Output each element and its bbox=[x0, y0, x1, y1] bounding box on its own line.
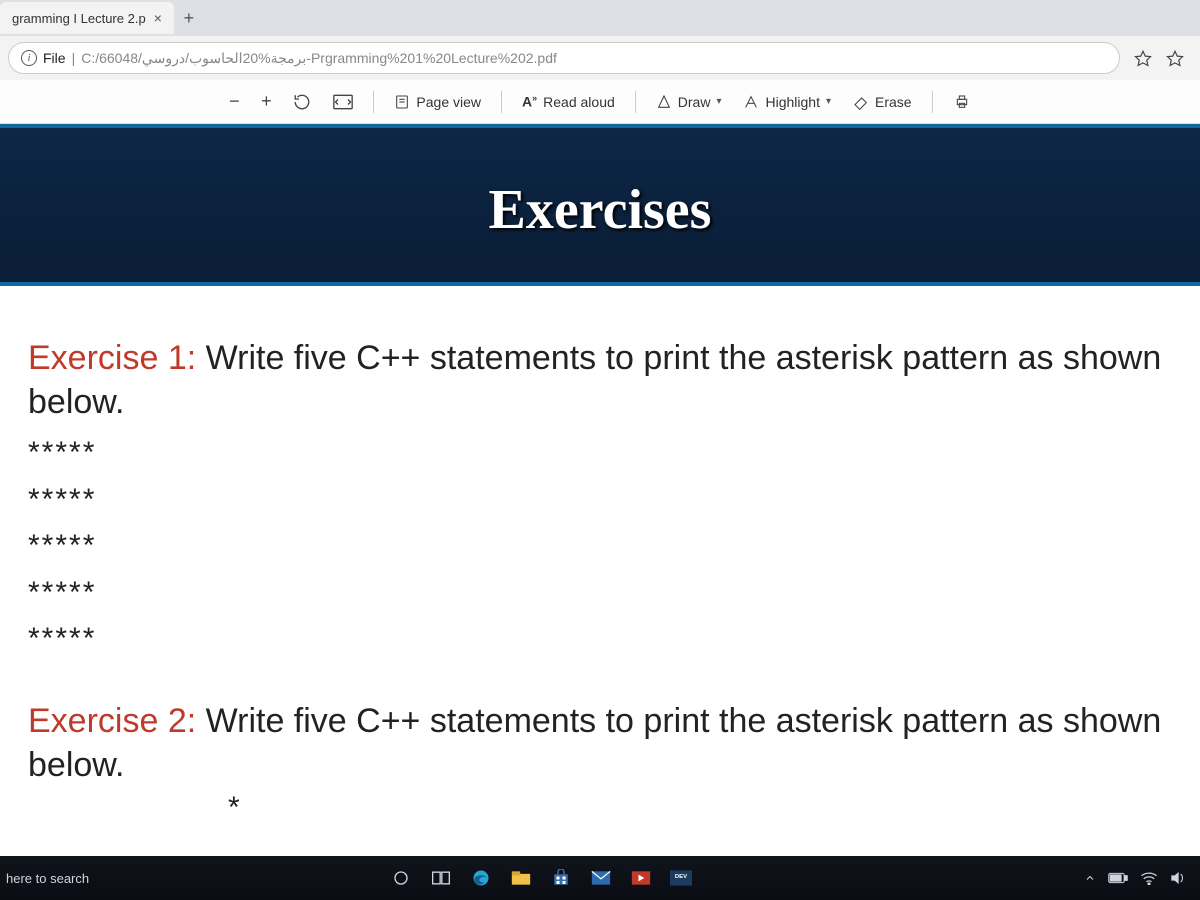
page-view-label: Page view bbox=[416, 94, 481, 110]
chevron-down-icon: ▾ bbox=[716, 96, 721, 107]
separator bbox=[635, 91, 636, 113]
zoom-out-button[interactable]: − bbox=[223, 91, 245, 113]
page-view-button[interactable]: Page view bbox=[388, 90, 487, 114]
taskbar-search[interactable]: here to search bbox=[0, 871, 103, 886]
windows-taskbar: here to search DEV bbox=[0, 856, 1200, 900]
separator bbox=[501, 91, 502, 113]
address-bar[interactable]: i File | C:/66048/برمجة%20الحاسوب/دروسي-… bbox=[8, 42, 1120, 74]
draw-button[interactable]: Draw ▾ bbox=[650, 90, 728, 114]
edge-icon[interactable] bbox=[463, 862, 499, 894]
chevron-down-icon: ▾ bbox=[826, 96, 831, 107]
search-placeholder: here to search bbox=[6, 871, 89, 886]
pattern-row: ***** bbox=[28, 477, 1172, 524]
close-icon[interactable]: × bbox=[154, 10, 162, 26]
exercise-label: Exercise 1: bbox=[28, 339, 196, 377]
new-tab-button[interactable]: + bbox=[174, 8, 204, 29]
collections-icon[interactable] bbox=[1166, 49, 1184, 67]
cortana-icon[interactable] bbox=[383, 862, 419, 894]
battery-icon[interactable] bbox=[1108, 872, 1128, 884]
separator bbox=[932, 91, 933, 113]
task-view-icon[interactable] bbox=[423, 862, 459, 894]
document-content: Exercise 1: Write five C++ statements to… bbox=[0, 286, 1200, 856]
store-icon[interactable] bbox=[543, 862, 579, 894]
pattern-row: ***** bbox=[28, 523, 1172, 570]
erase-button[interactable]: Erase bbox=[847, 90, 918, 114]
address-bar-row: i File | C:/66048/برمجة%20الحاسوب/دروسي-… bbox=[0, 36, 1200, 80]
pattern-row: * bbox=[228, 791, 1172, 825]
banner-title: Exercises bbox=[0, 178, 1200, 242]
exercise-1: Exercise 1: Write five C++ statements to… bbox=[28, 336, 1172, 663]
address-path: C:/66048/برمجة%20الحاسوب/دروسي-Prgrammin… bbox=[81, 50, 557, 67]
browser-chrome: gramming I Lecture 2.p × + i File | C:/6… bbox=[0, 0, 1200, 124]
read-aloud-button[interactable]: A» Read aloud bbox=[516, 89, 621, 114]
file-explorer-icon[interactable] bbox=[503, 862, 539, 894]
system-tray bbox=[1084, 871, 1200, 885]
exercise-prompt: Write five C++ statements to print the a… bbox=[28, 339, 1161, 421]
exercise-2: Exercise 2: Write five C++ statements to… bbox=[28, 699, 1172, 825]
separator bbox=[373, 91, 374, 113]
print-button[interactable] bbox=[947, 90, 977, 114]
exercise-prompt: Write five C++ statements to print the a… bbox=[28, 702, 1161, 784]
asterisk-pattern: ***** ***** ***** ***** ***** bbox=[28, 430, 1172, 663]
read-aloud-label: Read aloud bbox=[543, 94, 615, 110]
pattern-row: ***** bbox=[28, 430, 1172, 477]
address-separator: | bbox=[72, 50, 76, 66]
highlight-label: Highlight bbox=[765, 94, 819, 110]
wifi-icon[interactable] bbox=[1140, 871, 1158, 885]
erase-label: Erase bbox=[875, 94, 912, 110]
highlight-button[interactable]: Highlight ▾ bbox=[737, 90, 837, 114]
media-icon[interactable] bbox=[623, 862, 659, 894]
volume-icon[interactable] bbox=[1170, 871, 1186, 885]
taskbar-apps: DEV bbox=[383, 862, 699, 894]
exercise-label: Exercise 2: bbox=[28, 702, 196, 740]
mail-icon[interactable] bbox=[583, 862, 619, 894]
pattern-row: ***** bbox=[28, 616, 1172, 663]
tab-title: gramming I Lecture 2.p bbox=[12, 11, 146, 26]
address-scheme: File bbox=[43, 50, 66, 66]
info-icon[interactable]: i bbox=[21, 50, 37, 66]
browser-actions bbox=[1126, 49, 1192, 67]
tray-chevron-icon[interactable] bbox=[1084, 872, 1096, 884]
tab-bar: gramming I Lecture 2.p × + bbox=[0, 0, 1200, 36]
pdf-toolbar: − + Page view A» Read aloud Draw ▾ Highl… bbox=[0, 80, 1200, 124]
pattern-row: ***** bbox=[28, 570, 1172, 617]
favorite-icon[interactable] bbox=[1134, 49, 1152, 67]
banner: Exercises bbox=[0, 124, 1200, 286]
document-viewport[interactable]: Exercises Exercise 1: Write five C++ sta… bbox=[0, 124, 1200, 856]
fit-page-button[interactable] bbox=[327, 90, 359, 114]
zoom-in-button[interactable]: + bbox=[255, 91, 277, 113]
rotate-button[interactable] bbox=[287, 89, 317, 115]
browser-tab[interactable]: gramming I Lecture 2.p × bbox=[0, 2, 174, 34]
dev-icon[interactable]: DEV bbox=[663, 862, 699, 894]
svg-text:DEV: DEV bbox=[675, 874, 687, 880]
draw-label: Draw bbox=[678, 94, 711, 110]
